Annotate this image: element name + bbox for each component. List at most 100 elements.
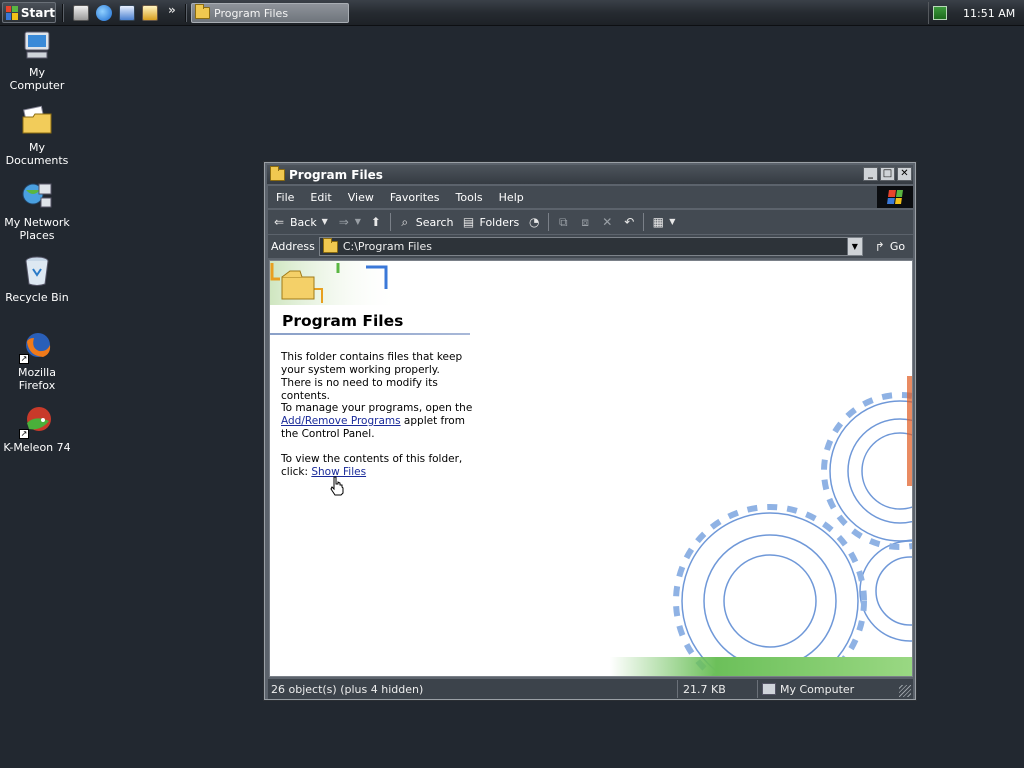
forward-arrow-icon: ⇒: [338, 215, 349, 229]
taskbar-separator: [185, 4, 187, 22]
info-paragraph-2-pre: To manage your programs, open the: [281, 402, 473, 414]
folders-button[interactable]: ▤ Folders: [458, 215, 524, 229]
info-paragraph-2: To manage your programs, open the Add/Re…: [281, 402, 473, 441]
undo-button[interactable]: ↶: [618, 215, 640, 229]
start-label: Start: [20, 5, 55, 20]
taskbar: Start » Program Files 11:51 AM: [0, 0, 1024, 26]
minimize-button[interactable]: _: [863, 167, 878, 181]
menu-bar: File Edit View Favorites Tools Help: [268, 186, 877, 208]
back-label: Back: [290, 215, 317, 229]
resize-grip[interactable]: [899, 685, 911, 697]
status-size: 21.7 KB: [678, 680, 758, 698]
desktop-icon-k-meleon[interactable]: ↗ K-Meleon 74: [0, 405, 74, 454]
forward-button[interactable]: ⇒ ▼: [333, 215, 365, 229]
computer-icon: [21, 30, 53, 62]
chevron-down-icon[interactable]: ▼: [321, 215, 329, 229]
documents-folder-icon: [21, 105, 53, 137]
views-button[interactable]: ▦ ▼: [647, 215, 679, 229]
folders-label: Folders: [479, 215, 520, 229]
menu-favorites[interactable]: Favorites: [382, 191, 448, 204]
desktop-icon-label: My Computer: [9, 66, 65, 92]
go-label: Go: [889, 240, 906, 253]
status-object-count: 26 object(s) (plus 4 hidden): [268, 680, 678, 698]
folders-icon: ▤: [462, 215, 475, 229]
chevron-down-icon: ▼: [669, 217, 676, 226]
move-to-button[interactable]: ⧉: [552, 215, 574, 229]
status-zone-label: My Computer: [780, 682, 855, 696]
desktop-icon-my-network-places[interactable]: My Network Places: [0, 180, 74, 242]
recycle-bin-icon: [21, 255, 53, 287]
desktop-icon-label: Recycle Bin: [5, 291, 69, 304]
copy-to-button[interactable]: ⧈: [574, 215, 596, 229]
outlook-express-icon[interactable]: [119, 5, 135, 21]
menu-help[interactable]: Help: [491, 191, 532, 204]
window-controls: _ □ ✕: [863, 167, 912, 181]
menu-edit[interactable]: Edit: [302, 191, 339, 204]
info-paragraph-3: To view the contents of this folder, cli…: [281, 453, 473, 479]
title-bar[interactable]: Program Files _ □ ✕: [267, 165, 913, 184]
desktop-icon-label: My Network Places: [4, 216, 70, 242]
move-to-icon: ⧉: [558, 215, 568, 229]
up-button[interactable]: ⬆: [365, 215, 387, 229]
folder-icon: [322, 237, 338, 253]
start-button[interactable]: Start: [2, 2, 56, 23]
desktop-icon-label: Mozilla Firefox: [18, 366, 56, 392]
heading-divider: [270, 333, 470, 335]
windows-logo-icon: [6, 5, 18, 20]
undo-icon: ↶: [624, 215, 635, 229]
desktop-icon-label: My Documents: [5, 141, 69, 167]
clock[interactable]: 11:51 AM: [963, 7, 1015, 20]
go-button[interactable]: ↱ Go: [873, 240, 905, 254]
firefox-icon: ↗: [19, 330, 53, 364]
go-arrow-icon: ↱: [874, 239, 885, 254]
show-desktop-icon[interactable]: [73, 5, 89, 21]
quicklaunch-more-chevron[interactable]: »: [168, 3, 176, 17]
menu-tools[interactable]: Tools: [448, 191, 491, 204]
desktop-icon-label: K-Meleon 74: [3, 441, 71, 454]
delete-button[interactable]: ✕: [596, 215, 618, 229]
back-arrow-icon: ⇐: [273, 215, 285, 229]
media-icon[interactable]: [142, 5, 158, 21]
taskbar-button-program-files[interactable]: Program Files: [191, 3, 349, 23]
status-zone: My Computer: [758, 680, 908, 698]
copy-to-icon: ⧈: [581, 215, 590, 229]
toolbar-separator: [548, 213, 550, 231]
menu-view[interactable]: View: [340, 191, 382, 204]
history-button[interactable]: ◔: [523, 215, 545, 229]
info-paragraph-3-pre: To view the contents of this folder, cli…: [281, 453, 463, 478]
search-label: Search: [415, 215, 454, 229]
folder-content[interactable]: Program Files This folder contains files…: [269, 260, 913, 677]
desktop-icon-recycle-bin[interactable]: Recycle Bin: [0, 255, 74, 304]
search-icon: ⌕: [401, 215, 409, 229]
add-remove-programs-link[interactable]: Add/Remove Programs: [281, 415, 401, 427]
hand-pointer-cursor-icon: [330, 476, 344, 496]
maximize-button[interactable]: □: [880, 167, 895, 181]
menu-file[interactable]: File: [268, 191, 302, 204]
back-button[interactable]: ⇐ Back ▼: [268, 215, 333, 229]
delete-icon: ✕: [602, 215, 613, 229]
close-button[interactable]: ✕: [897, 167, 912, 181]
status-bar: 26 object(s) (plus 4 hidden) 21.7 KB My …: [268, 679, 913, 699]
window-title: Program Files: [289, 167, 383, 182]
desktop-icon-my-computer[interactable]: My Computer: [0, 30, 74, 92]
toolbar-separator: [389, 213, 391, 231]
views-icon: ▦: [652, 215, 664, 229]
internet-explorer-icon[interactable]: [96, 5, 112, 21]
toolbar-separator: [643, 213, 645, 231]
shortcut-arrow-icon: ↗: [19, 354, 29, 364]
network-icon[interactable]: [933, 6, 947, 20]
info-paragraph-1: This folder contains files that keep you…: [281, 351, 463, 402]
address-input[interactable]: C:\Program Files ▼: [318, 237, 863, 256]
desktop-icon-my-documents[interactable]: My Documents: [0, 105, 74, 167]
chevron-down-icon[interactable]: ▼: [355, 215, 361, 229]
folder-icon: [195, 4, 210, 19]
address-value[interactable]: C:\Program Files: [343, 240, 432, 253]
search-button[interactable]: ⌕ Search: [394, 215, 458, 229]
desktop-icon-mozilla-firefox[interactable]: ↗ Mozilla Firefox: [0, 330, 74, 392]
grass-strip-graphic: [610, 657, 912, 676]
address-label: Address: [271, 240, 315, 253]
address-dropdown-button[interactable]: ▼: [846, 238, 862, 255]
network-places-icon: [21, 180, 53, 212]
side-accent-bar: [907, 376, 912, 486]
folder-heading: Program Files: [282, 312, 404, 330]
